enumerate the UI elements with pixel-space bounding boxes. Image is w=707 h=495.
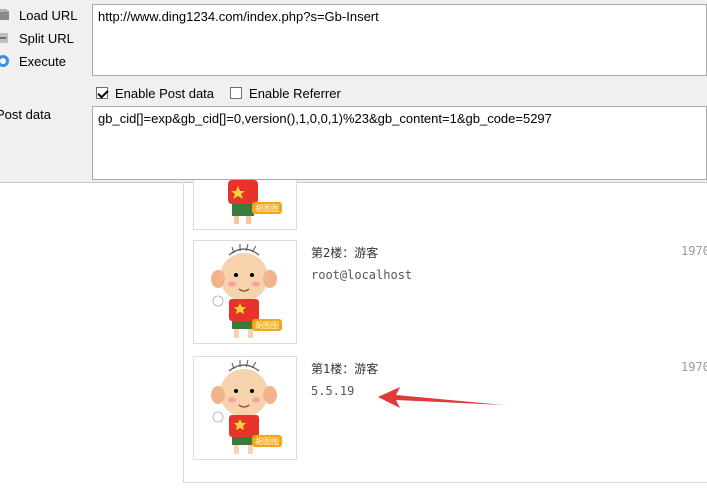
entry-date: 1970 <box>681 360 707 374</box>
svg-text:胡图图: 胡图图 <box>255 320 279 330</box>
cartoon-avatar-icon: 胡图图 <box>211 243 282 338</box>
hackbar-panel: Load URL Split URL Execute http://www.di… <box>0 0 707 183</box>
enable-referrer-checkbox[interactable] <box>230 87 243 99</box>
entry-content: 5.5.19 <box>311 384 355 398</box>
enable-post-label: Enable Post data <box>115 85 215 101</box>
svg-text:胡图图: 胡图图 <box>255 436 279 446</box>
entry-title: 第2楼：游客 <box>311 246 379 260</box>
load-url-label: Load URL <box>19 7 78 23</box>
enable-referrer-label: Enable Referrer <box>249 85 341 101</box>
avatar: 胡图图 <box>193 240 297 344</box>
url-input[interactable]: http://www.ding1234.com/index.php?s=Gb-I… <box>92 4 707 76</box>
execute-label: Execute <box>19 53 66 69</box>
avatar: 胡图图 <box>193 180 297 230</box>
svg-text:胡图图: 胡图图 <box>255 203 279 213</box>
load-icon <box>0 9 9 20</box>
options-row: Enable Post data Enable Referrer <box>96 84 357 102</box>
split-url-label: Split URL <box>19 30 74 46</box>
execute-button[interactable]: Execute <box>0 51 66 71</box>
post-data-label: Post data <box>0 107 51 122</box>
split-icon <box>0 33 8 43</box>
load-url-button[interactable]: Load URL <box>0 5 78 25</box>
cartoon-avatar-icon: 胡图图 <box>211 359 282 454</box>
execute-icon <box>0 55 9 67</box>
enable-post-checkbox[interactable] <box>96 87 108 99</box>
enable-post-option[interactable]: Enable Post data <box>96 86 214 101</box>
entry-date: 1970 <box>681 244 707 258</box>
cartoon-avatar-icon: 胡图图 <box>228 180 282 224</box>
entry-title: 第1楼：游客 <box>311 362 379 376</box>
avatar: 胡图图 <box>193 356 297 460</box>
post-data-input[interactable]: gb_cid[]=exp&gb_cid[]=0,version(),1,0,0,… <box>92 106 707 180</box>
entry-content: root@localhost <box>311 268 413 282</box>
annotation-arrow-icon <box>378 387 504 408</box>
enable-referrer-option[interactable]: Enable Referrer <box>230 86 341 101</box>
split-url-button[interactable]: Split URL <box>0 28 74 48</box>
